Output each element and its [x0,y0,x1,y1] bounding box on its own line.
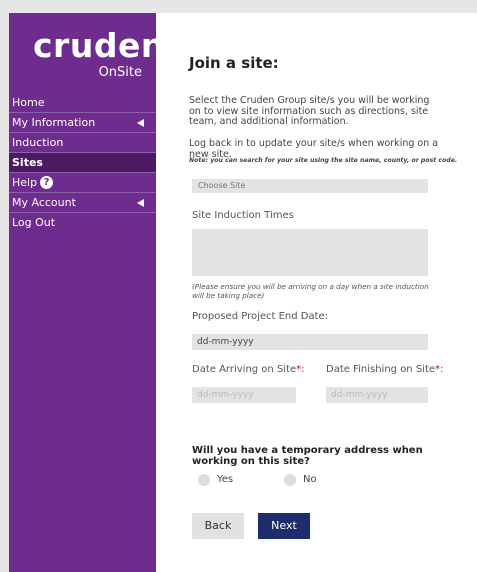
sidebar-item-my-information[interactable]: My Information [9,113,156,133]
sidebar: cruden OnSite Home My Information Induct… [9,13,165,572]
sidebar-item-induction[interactable]: Induction [9,133,156,153]
intro-text: Select the Cruden Group site/s you will … [189,95,430,127]
no-radio[interactable] [284,473,296,486]
yes-radio[interactable] [198,473,210,486]
sidebar-item-label: Log Out [12,216,56,229]
logo-wordmark: cruden [33,26,165,65]
sidebar-item-label: My Account [12,196,76,209]
induction-times-label: Site Induction Times [192,210,294,221]
yes-label: Yes [217,474,234,485]
caret-left-icon [137,199,144,207]
caret-left-icon [137,119,144,127]
sidebar-item-my-account[interactable]: My Account [9,193,156,213]
sidebar-item-log-out[interactable]: Log Out [9,213,156,233]
sidebar-item-label: My Information [12,116,96,129]
search-note: Note: you can search for your site using… [189,157,458,164]
arriving-label-text: Date Arriving on Site [192,364,297,375]
end-date-input[interactable]: dd-mm-yyyy [192,334,428,350]
sidebar-item-home[interactable]: Home [9,93,156,113]
finishing-label-text: Date Finishing on Site [326,364,436,375]
no-radio-option[interactable]: No [284,469,317,486]
label-colon: : [440,364,444,375]
cruden-onsite-logo: cruden OnSite [33,26,165,81]
arriving-date-input[interactable]: dd-mm-yyyy [192,387,296,403]
page-title: Join a site: [189,54,279,72]
sidebar-item-help[interactable]: Help? [9,173,156,193]
back-button[interactable]: Back [192,513,244,539]
label-colon: : [301,364,305,375]
temp-address-question: Will you have a temporary address when w… [192,445,423,467]
end-date-label: Proposed Project End Date: [192,311,329,322]
sidebar-nav: Home My Information Induction Sites Help… [9,93,156,233]
main-content: Join a site: Select the Cruden Group sit… [156,13,477,572]
no-label: No [303,474,317,485]
arriving-date-label: Date Arriving on Site*: [192,364,305,375]
next-button[interactable]: Next [258,513,310,539]
sidebar-item-sites[interactable]: Sites [9,153,156,173]
sidebar-item-label: Sites [12,156,43,169]
finishing-date-label: Date Finishing on Site*: [326,364,443,375]
app-frame: cruden OnSite Home My Information Induct… [0,0,477,572]
sidebar-item-label: Help [12,176,38,189]
sidebar-item-label: Home [12,96,45,109]
yes-radio-option[interactable]: Yes [198,469,234,486]
induction-times-field[interactable] [192,229,428,276]
logo-subtitle: OnSite [98,65,142,80]
induction-note: (Please ensure you will be arriving on a… [192,282,429,300]
help-question-icon: ? [40,175,54,189]
finishing-date-input[interactable]: dd-mm-yyyy [326,387,428,403]
sidebar-item-label: Induction [12,136,64,149]
choose-site-select[interactable]: Choose Site [192,179,428,193]
